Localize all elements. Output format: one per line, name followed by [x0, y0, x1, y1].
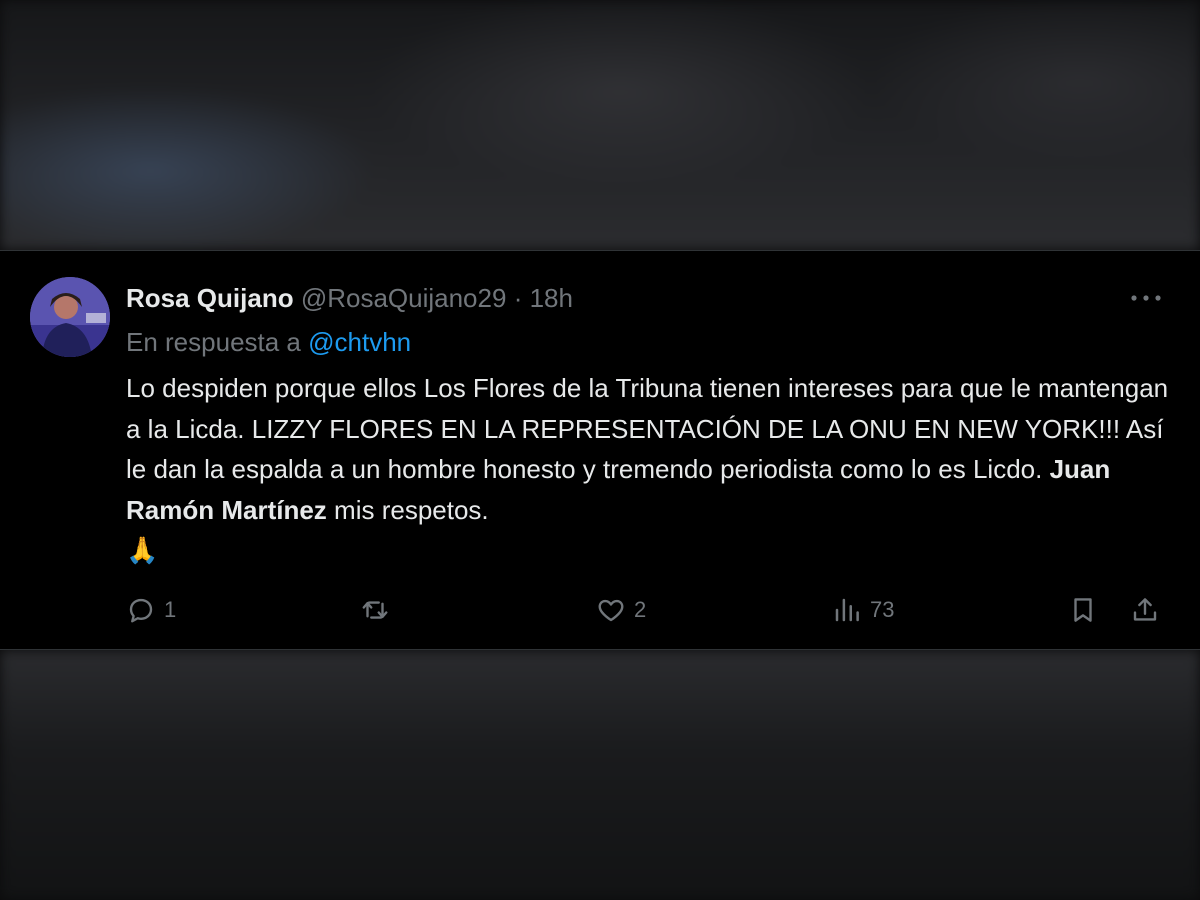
reply-prefix: En respuesta a [126, 327, 301, 357]
screenshot-stage: Rosa Quijano @RosaQuijano29 · 18h En res… [0, 0, 1200, 900]
author-handle[interactable]: @RosaQuijano29 [301, 283, 507, 313]
blurred-background-bottom [0, 650, 1200, 900]
tweet-text-part-2: mis respetos. [334, 494, 489, 525]
tweet-timestamp[interactable]: 18h [530, 283, 573, 313]
praying-hands-emoji: 🙏 [126, 535, 159, 565]
blurred-background-top [0, 0, 1200, 250]
reply-mention-link[interactable]: @chtvhn [308, 327, 411, 357]
reply-button[interactable]: 1 [126, 592, 176, 628]
tweet-header: Rosa Quijano @RosaQuijano29 · 18h [126, 282, 573, 314]
bookmark-button[interactable] [1068, 592, 1098, 628]
avatar-image [30, 277, 110, 357]
share-button[interactable] [1130, 592, 1160, 628]
heart-icon [598, 599, 624, 622]
retweet-icon [362, 601, 388, 619]
avatar[interactable] [30, 277, 110, 357]
header-separator: · [513, 283, 523, 313]
tweet-text: Lo despiden porque ellos Los Flores de l… [126, 368, 1176, 571]
share-icon [1133, 598, 1157, 621]
like-button[interactable]: 2 [596, 592, 646, 628]
reply-context: En respuesta a @chtvhn [126, 326, 411, 358]
views-bar-chart-icon [835, 598, 859, 622]
reply-bubble-icon [129, 598, 153, 623]
more-horizontal-icon [1131, 295, 1161, 301]
views-count: 73 [870, 597, 895, 622]
reply-count: 1 [164, 597, 177, 622]
bookmark-icon [1074, 598, 1092, 622]
tweet-text-part-1: Lo despiden porque ellos Los Flores de l… [126, 373, 1169, 484]
author-name[interactable]: Rosa Quijano [126, 283, 294, 313]
more-options-button[interactable] [1126, 286, 1166, 310]
views-button[interactable]: 73 [832, 592, 894, 628]
retweet-button[interactable] [360, 592, 398, 628]
like-count: 2 [634, 597, 647, 622]
